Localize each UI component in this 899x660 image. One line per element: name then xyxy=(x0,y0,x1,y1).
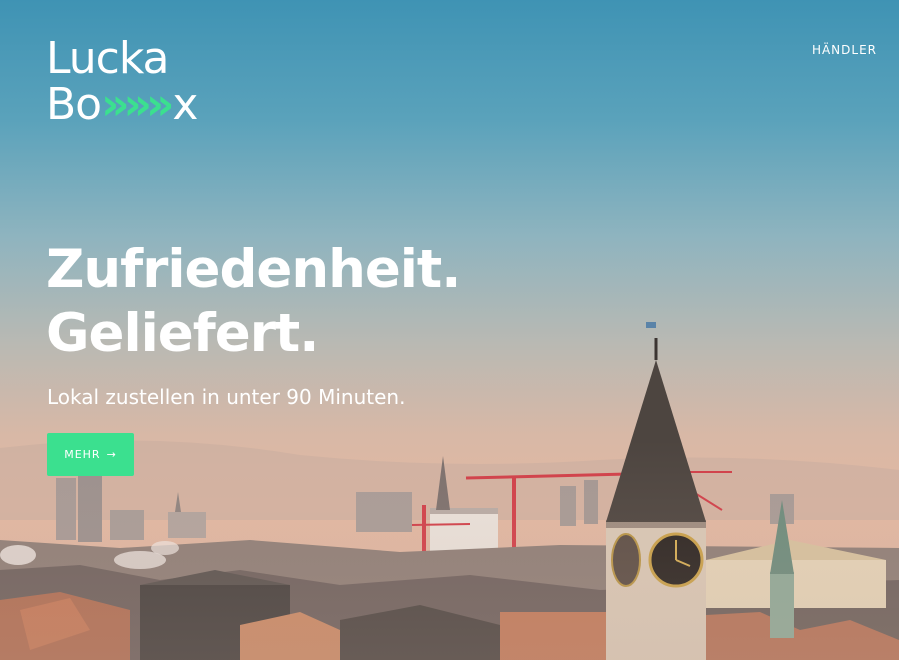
arrow-right-icon: → xyxy=(106,448,117,461)
nav-link-haendler[interactable]: HÄNDLER xyxy=(812,43,877,57)
logo-arrows-icon: »»» xyxy=(101,79,174,130)
hero-headline-line-1: Zufriedenheit. xyxy=(46,239,461,300)
mehr-button-label: MEHR xyxy=(64,448,101,461)
logo-line-2-suffix: x xyxy=(172,79,198,130)
hero-headline-line-2: Geliefert. xyxy=(46,303,319,364)
hero-subline: Lokal zustellen in unter 90 Minuten. xyxy=(47,385,406,409)
logo-line-2-prefix: Bo xyxy=(46,79,102,130)
hero-headline: Zufriedenheit. Geliefert. xyxy=(46,238,461,366)
luckabox-logo[interactable]: Lucka Bo»»»x xyxy=(46,33,198,130)
mehr-button[interactable]: MEHR → xyxy=(47,433,134,476)
logo-line-1: Lucka xyxy=(46,33,170,84)
logo-line-2: Bo»»»x xyxy=(46,79,198,130)
hero-section: Lucka Bo»»»x HÄNDLER Zufriedenheit. Geli… xyxy=(0,0,899,660)
